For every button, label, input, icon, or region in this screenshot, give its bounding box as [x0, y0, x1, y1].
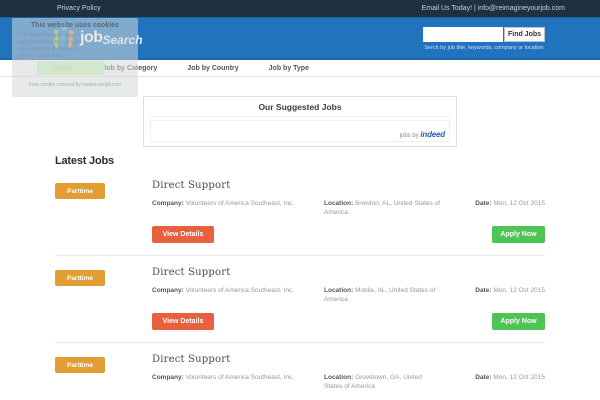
company-value: Volunteers of America Southeast, Inc. — [185, 200, 294, 207]
cookie-line: with our Cookie Policy. — [18, 54, 67, 59]
job-row: Parttime Direct Support Company: Volunte… — [55, 169, 545, 255]
suggested-jobs-list: jobs by indeed — [150, 120, 450, 142]
top-utility-bar: Privacy Policy Email Us Today! | info@re… — [0, 0, 600, 17]
job-title[interactable]: Direct Support — [152, 180, 545, 191]
cookie-line: you consent to all cookies in — [18, 47, 78, 52]
cookie-title: This website uses cookies — [31, 22, 119, 29]
date-label: Date: — [475, 287, 492, 294]
job-date: Date: Mon, 12 Oct 2015 — [475, 286, 545, 304]
view-details-button[interactable]: View Details — [152, 226, 214, 243]
cookie-credit-link[interactable]: Free cookie consent by cookie-script.com — [12, 82, 138, 88]
company-label: Company: — [152, 374, 184, 381]
job-company: Company: Volunteers of America Southeast… — [152, 373, 324, 391]
cookie-consent-overlay: This website uses cookies This website u… — [12, 18, 138, 97]
nav-item-job-by-type[interactable]: Job by Type — [269, 65, 309, 72]
job-location: Location: Brewton, AL, United States of … — [324, 199, 442, 217]
job-type-badge[interactable]: Parttime — [55, 270, 105, 286]
job-location: Location: Mobile, AL, United States of A… — [324, 286, 442, 304]
company-label: Company: — [152, 287, 184, 294]
header-search: Find Jobs Serch by job title, keywords, … — [423, 27, 545, 51]
job-date: Date: Mon, 12 Oct 2015 — [475, 199, 545, 217]
search-hint-text: Serch by job title, keywords, company or… — [424, 45, 544, 51]
privacy-policy-link[interactable]: Privacy Policy — [57, 5, 101, 12]
search-input[interactable] — [423, 27, 503, 42]
view-details-button[interactable]: View Details — [152, 313, 214, 330]
location-label: Location: — [324, 287, 354, 294]
apply-now-button[interactable]: Apply Now — [492, 226, 545, 243]
company-value: Volunteers of America Southeast, Inc. — [185, 287, 294, 294]
date-label: Date: — [475, 200, 492, 207]
apply-now-button[interactable]: Apply Now — [492, 313, 545, 330]
job-row: Parttime Direct Support Company: Volunte… — [55, 342, 545, 400]
latest-jobs-heading: Latest Jobs — [55, 155, 114, 167]
company-label: Company: — [152, 200, 184, 207]
page: Privacy Policy Email Us Today! | info@re… — [0, 0, 600, 400]
cookie-agree-button[interactable] — [37, 61, 105, 75]
find-jobs-button[interactable]: Find Jobs — [504, 27, 545, 42]
job-location: Location: Grovetown, GA, United States o… — [324, 373, 442, 391]
job-company: Company: Volunteers of America Southeast… — [152, 286, 324, 304]
jobs-by-attribution[interactable]: jobs by indeed — [400, 130, 445, 139]
job-title[interactable]: Direct Support — [152, 267, 545, 278]
location-label: Location: — [324, 200, 354, 207]
company-value: Volunteers of America Southeast, Inc. — [185, 374, 294, 381]
job-type-badge[interactable]: Parttime — [55, 183, 105, 199]
job-company: Company: Volunteers of America Southeast… — [152, 199, 324, 217]
date-value: Mon, 12 Oct 2015 — [493, 374, 545, 381]
suggested-jobs-title: Our Suggested Jobs — [150, 102, 450, 117]
cookie-line: This website uses cookies to — [18, 33, 80, 38]
suggested-jobs-panel: Our Suggested Jobs jobs by indeed — [143, 96, 457, 147]
cookie-line: user experience. By using our — [18, 40, 82, 45]
job-date: Date: Mon, 12 Oct 2015 — [475, 373, 545, 391]
job-listings: Parttime Direct Support Company: Volunte… — [55, 169, 545, 400]
jobs-by-text: jobs by — [399, 133, 419, 139]
cookie-body-text: This website uses cookies to user experi… — [18, 32, 90, 60]
date-label: Date: — [475, 374, 492, 381]
date-value: Mon, 12 Oct 2015 — [493, 200, 545, 207]
job-title[interactable]: Direct Support — [152, 354, 545, 365]
location-label: Location: — [324, 374, 354, 381]
contact-email-link[interactable]: Email Us Today! | info@reimagineyourjob.… — [422, 5, 565, 12]
job-type-badge[interactable]: Parttime — [55, 357, 105, 373]
job-row: Parttime Direct Support Company: Volunte… — [55, 255, 545, 342]
date-value: Mon, 12 Oct 2015 — [493, 287, 545, 294]
indeed-logo[interactable]: indeed — [420, 130, 445, 139]
nav-item-job-by-country[interactable]: Job by Country — [187, 65, 238, 72]
